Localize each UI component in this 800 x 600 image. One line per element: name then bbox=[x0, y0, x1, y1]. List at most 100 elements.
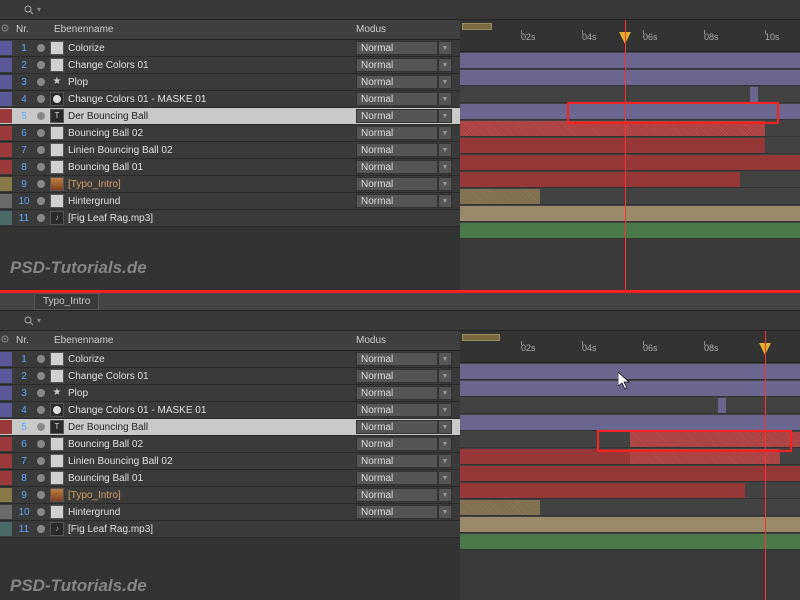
layer-label-color[interactable] bbox=[0, 420, 12, 434]
layer-toggle[interactable] bbox=[37, 129, 45, 137]
layer-row[interactable]: 4Change Colors 01 - MASKE 01Normal▼ bbox=[0, 402, 460, 419]
layer-bar-row[interactable] bbox=[460, 188, 800, 205]
layer-label-color[interactable] bbox=[0, 403, 12, 417]
layer-label-color[interactable] bbox=[0, 75, 12, 89]
layer-toggle[interactable] bbox=[37, 406, 45, 414]
layer-bar-row[interactable] bbox=[460, 171, 800, 188]
layer-toggle[interactable] bbox=[37, 61, 45, 69]
layer-name[interactable]: Bouncing Ball 02 bbox=[66, 128, 356, 139]
layer-label-color[interactable] bbox=[0, 471, 12, 485]
layer-toggle[interactable] bbox=[37, 146, 45, 154]
chevron-down-icon[interactable]: ▼ bbox=[438, 92, 452, 106]
layer-toggle[interactable] bbox=[37, 525, 45, 533]
layer-name[interactable]: Linien Bouncing Ball 02 bbox=[66, 456, 356, 467]
chevron-down-icon[interactable]: ▼ bbox=[438, 369, 452, 383]
blend-mode-select[interactable]: Normal bbox=[356, 369, 438, 383]
layer-bar-row[interactable] bbox=[460, 380, 800, 397]
chevron-down-icon[interactable]: ▼ bbox=[438, 177, 452, 191]
layer-label-color[interactable] bbox=[0, 454, 12, 468]
layer-bar[interactable] bbox=[460, 364, 800, 379]
layer-row[interactable]: 5TDer Bouncing BallNormal▼ bbox=[0, 108, 460, 125]
search-input[interactable]: ▾ bbox=[24, 5, 41, 15]
layer-toggle[interactable] bbox=[37, 355, 45, 363]
layer-row[interactable]: 3★PlopNormal▼ bbox=[0, 385, 460, 402]
layer-name[interactable]: Change Colors 01 bbox=[66, 60, 356, 71]
layer-bar[interactable] bbox=[460, 500, 540, 515]
layer-toggle[interactable] bbox=[37, 474, 45, 482]
layer-bar-row[interactable] bbox=[460, 499, 800, 516]
layer-bar[interactable] bbox=[460, 53, 800, 68]
blend-mode-select[interactable]: Normal bbox=[356, 454, 438, 468]
time-ruler[interactable]: 02s04s06s08s10s bbox=[460, 20, 800, 52]
chevron-down-icon[interactable]: ▼ bbox=[438, 126, 452, 140]
chevron-down-icon[interactable]: ▼ bbox=[438, 160, 452, 174]
layer-label-color[interactable] bbox=[0, 160, 12, 174]
layer-bar-row[interactable] bbox=[460, 465, 800, 482]
layer-label-color[interactable] bbox=[0, 352, 12, 366]
blend-mode-select[interactable]: Normal bbox=[356, 352, 438, 366]
layer-bar[interactable] bbox=[460, 415, 800, 430]
layer-name[interactable]: Bouncing Ball 02 bbox=[66, 439, 356, 450]
layer-row[interactable]: 2Change Colors 01Normal▼ bbox=[0, 57, 460, 74]
playhead-line[interactable] bbox=[625, 20, 626, 290]
layer-bar-row[interactable] bbox=[460, 516, 800, 533]
layer-row[interactable]: 1ColorizeNormal▼ bbox=[0, 40, 460, 57]
layer-row[interactable]: 9[Typo_Intro]Normal▼ bbox=[0, 176, 460, 193]
time-ruler[interactable]: 02s04s06s08s bbox=[460, 331, 800, 363]
layer-bar-row[interactable] bbox=[460, 482, 800, 499]
chevron-down-icon[interactable]: ▼ bbox=[438, 505, 452, 519]
layer-row[interactable]: 10HintergrundNormal▼ bbox=[0, 193, 460, 210]
layer-bar[interactable] bbox=[460, 381, 800, 396]
layer-toggle[interactable] bbox=[37, 44, 45, 52]
layer-label-color[interactable] bbox=[0, 522, 12, 536]
layer-name[interactable]: Der Bouncing Ball bbox=[66, 111, 356, 122]
layer-toggle[interactable] bbox=[37, 214, 45, 222]
layer-toggle[interactable] bbox=[37, 389, 45, 397]
blend-mode-select[interactable]: Normal bbox=[356, 403, 438, 417]
layer-toggle[interactable] bbox=[37, 197, 45, 205]
layer-name[interactable]: [Fig Leaf Rag.mp3] bbox=[66, 524, 460, 535]
chevron-down-icon[interactable]: ▼ bbox=[438, 386, 452, 400]
chevron-down-icon[interactable]: ▼ bbox=[438, 41, 452, 55]
work-area-bar[interactable] bbox=[462, 23, 492, 30]
layer-label-color[interactable] bbox=[0, 369, 12, 383]
chevron-down-icon[interactable]: ▼ bbox=[438, 58, 452, 72]
blend-mode-select[interactable]: Normal bbox=[356, 92, 438, 106]
chevron-down-icon[interactable]: ▼ bbox=[438, 403, 452, 417]
layer-row[interactable]: 2Change Colors 01Normal▼ bbox=[0, 368, 460, 385]
layer-row[interactable]: 6Bouncing Ball 02Normal▼ bbox=[0, 436, 460, 453]
layer-bar[interactable] bbox=[460, 466, 800, 481]
layer-toggle[interactable] bbox=[37, 440, 45, 448]
layer-bar-row[interactable] bbox=[460, 86, 800, 103]
layer-row[interactable]: 6Bouncing Ball 02Normal▼ bbox=[0, 125, 460, 142]
layer-bar-row[interactable] bbox=[460, 533, 800, 550]
layer-name[interactable]: Plop bbox=[66, 388, 356, 399]
layer-name[interactable]: [Fig Leaf Rag.mp3] bbox=[66, 213, 460, 224]
blend-mode-select[interactable]: Normal bbox=[356, 488, 438, 502]
chevron-down-icon[interactable]: ▼ bbox=[438, 437, 452, 451]
layer-name[interactable]: Change Colors 01 - MASKE 01 bbox=[66, 94, 356, 105]
layer-toggle[interactable] bbox=[37, 491, 45, 499]
chevron-down-icon[interactable]: ▼ bbox=[438, 194, 452, 208]
chevron-down-icon[interactable]: ▼ bbox=[438, 75, 452, 89]
layer-bar[interactable] bbox=[460, 155, 800, 170]
layer-label-color[interactable] bbox=[0, 92, 12, 106]
layer-row[interactable]: 1ColorizeNormal▼ bbox=[0, 351, 460, 368]
chevron-down-icon[interactable]: ▼ bbox=[438, 420, 452, 434]
layer-name[interactable]: Change Colors 01 bbox=[66, 371, 356, 382]
blend-mode-select[interactable]: Normal bbox=[356, 194, 438, 208]
layer-label-color[interactable] bbox=[0, 505, 12, 519]
blend-mode-select[interactable]: Normal bbox=[356, 126, 438, 140]
blend-mode-select[interactable]: Normal bbox=[356, 41, 438, 55]
layer-toggle[interactable] bbox=[37, 508, 45, 516]
layer-row[interactable]: 9[Typo_Intro]Normal▼ bbox=[0, 487, 460, 504]
layer-name[interactable]: Der Bouncing Ball bbox=[66, 422, 356, 433]
layer-toggle[interactable] bbox=[37, 180, 45, 188]
layer-label-color[interactable] bbox=[0, 386, 12, 400]
layer-bar[interactable] bbox=[460, 206, 800, 221]
layer-bar[interactable] bbox=[718, 398, 726, 413]
layer-label-color[interactable] bbox=[0, 126, 12, 140]
layer-name[interactable]: Linien Bouncing Ball 02 bbox=[66, 145, 356, 156]
layer-bar[interactable] bbox=[460, 223, 800, 238]
chevron-down-icon[interactable]: ▼ bbox=[438, 352, 452, 366]
